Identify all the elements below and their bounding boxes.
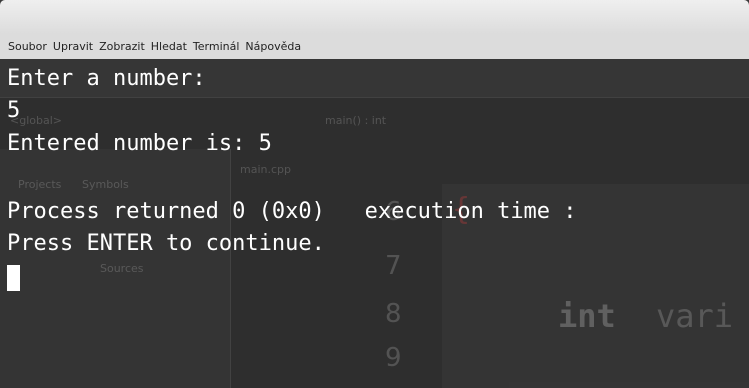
terminal-line: 5 — [7, 98, 21, 123]
background-code-text: vari — [656, 297, 734, 335]
terminal-cursor — [7, 265, 20, 291]
background-tree-item-sources: Sources — [100, 262, 144, 275]
terminal-window: Soubor Upravit Zobrazit Hledat Terminál … — [0, 0, 749, 388]
terminal-line: Process returned 0 (0x0) execution time … — [7, 199, 577, 224]
menu-soubor[interactable]: Soubor — [8, 40, 47, 53]
terminal-line: Enter a number: — [7, 66, 206, 91]
terminal-line: Press ENTER to continue. — [7, 231, 325, 256]
menu-zobrazit[interactable]: Zobrazit — [99, 40, 145, 53]
menu-upravit[interactable]: Upravit — [53, 40, 93, 53]
background-symbols-tab: Symbols — [82, 178, 129, 191]
terminal-output-area[interactable]: <global> main() : int main.cpp Projects … — [0, 59, 749, 388]
menu-napoveda[interactable]: Nápověda — [245, 40, 301, 53]
title-bar[interactable] — [0, 0, 749, 34]
menu-hledat[interactable]: Hledat — [151, 40, 187, 53]
background-code-keyword: int — [558, 297, 616, 335]
menu-bar: Soubor Upravit Zobrazit Hledat Terminál … — [0, 34, 749, 59]
background-function-combo: main() : int — [325, 114, 387, 127]
background-line-number: 8 — [385, 299, 402, 329]
background-projects-tab: Projects — [18, 178, 62, 191]
terminal-line: Entered number is: 5 — [7, 131, 272, 156]
menu-terminal[interactable]: Terminál — [193, 40, 240, 53]
background-line-number: 9 — [385, 343, 402, 373]
background-line-number: 7 — [385, 251, 402, 281]
background-editor-tab: main.cpp — [240, 163, 291, 176]
